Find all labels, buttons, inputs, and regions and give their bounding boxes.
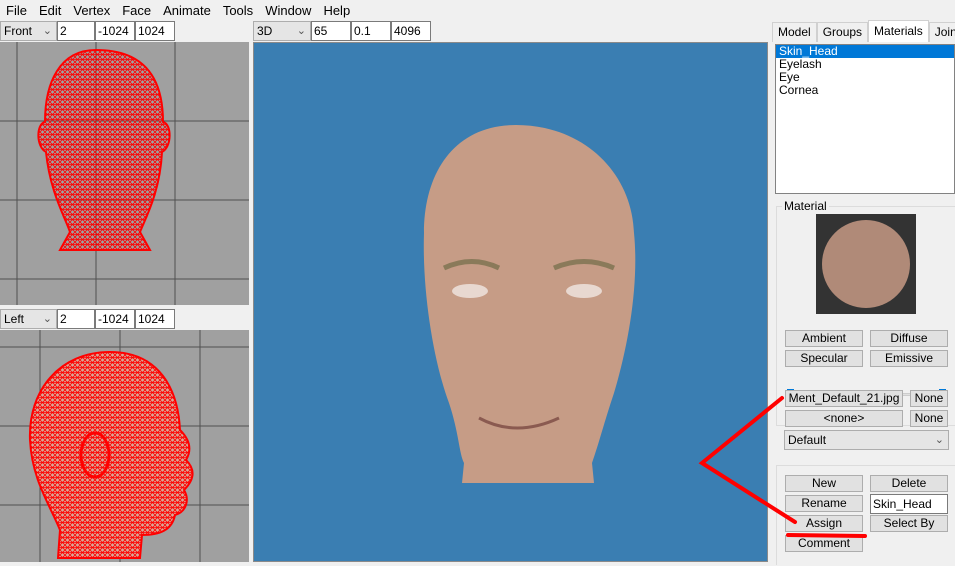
far-field[interactable]: 4096 [391,20,431,41]
ambient-button[interactable]: Ambient [785,330,863,347]
chevron-down-icon: ⌄ [934,434,944,446]
menu-edit[interactable]: Edit [33,3,67,18]
alpha-none-button[interactable]: None [910,410,948,427]
menu-window[interactable]: Window [259,3,317,18]
side-wireframe-head [0,330,249,562]
3d-viewport[interactable] [253,42,768,562]
menu-vertex[interactable]: Vertex [67,3,116,18]
mode-select[interactable]: Default ⌄ [784,430,949,450]
view-label: 3D [257,23,273,38]
material-list[interactable]: Skin_Head Eyelash Eye Cornea [775,44,955,194]
mode-label: Default [788,433,827,447]
assign-button[interactable]: Assign [785,515,863,532]
texture-button[interactable]: Ment_Default_21.jpg [785,390,903,407]
menu-tools[interactable]: Tools [217,3,259,18]
material-name-field[interactable]: Skin_Head [870,494,948,514]
front-viewport[interactable] [0,42,249,305]
material-texture-preview [816,214,916,314]
front-view-select[interactable]: Front ⌄ [0,20,57,41]
diffuse-button[interactable]: Diffuse [870,330,948,347]
left-view-select[interactable]: Left ⌄ [0,308,57,329]
view3d-toolbar: 3D ⌄ 65 0.1 4096 [253,20,431,41]
left-field-2[interactable]: -1024 [95,308,135,329]
left-field-1[interactable]: 2 [57,308,95,329]
texture-none-button[interactable]: None [910,390,948,407]
front-field-2[interactable]: -1024 [95,20,135,41]
view-label: Left [4,311,25,326]
near-field[interactable]: 0.1 [351,20,391,41]
tab-joints[interactable]: Joints [928,22,955,42]
tab-materials[interactable]: Materials [868,20,929,42]
alpha-map-button[interactable]: <none> [785,410,903,427]
chevron-down-icon: ⌄ [42,312,52,325]
tab-groups[interactable]: Groups [816,22,869,42]
chevron-down-icon: ⌄ [296,24,306,37]
front-wireframe-head [0,42,249,305]
left-toolbar: Left ⌄ 2 -1024 1024 [0,308,175,329]
tab-bar: Model Groups Materials Joints [772,20,955,42]
left-field-3[interactable]: 1024 [135,308,175,329]
comment-button[interactable]: Comment [785,535,863,552]
front-field-3[interactable]: 1024 [135,20,175,41]
menu-help[interactable]: Help [317,3,356,18]
emissive-button[interactable]: Emissive [870,350,948,367]
fov-field[interactable]: 65 [311,20,351,41]
select-by-button[interactable]: Select By [870,515,948,532]
view3d-select[interactable]: 3D ⌄ [253,20,311,41]
menu-bar: File Edit Vertex Face Animate Tools Wind… [0,0,955,20]
properties-panel: Model Groups Materials Joints Skin_Head … [772,20,955,565]
rename-button[interactable]: Rename [785,495,863,512]
menu-face[interactable]: Face [116,3,157,18]
list-item[interactable]: Eyelash [776,58,954,71]
menu-animate[interactable]: Animate [157,3,217,18]
tab-model[interactable]: Model [772,22,817,42]
list-item[interactable]: Cornea [776,84,954,97]
specular-button[interactable]: Specular [785,350,863,367]
delete-button[interactable]: Delete [870,475,948,492]
textured-head-render [423,125,636,483]
chevron-down-icon: ⌄ [42,24,52,37]
view-label: Front [4,23,33,38]
left-viewport[interactable] [0,330,249,562]
new-button[interactable]: New [785,475,863,492]
front-field-1[interactable]: 2 [57,20,95,41]
menu-file[interactable]: File [0,3,33,18]
front-toolbar: Front ⌄ 2 -1024 1024 [0,20,175,41]
material-group-label: Material [782,199,829,213]
